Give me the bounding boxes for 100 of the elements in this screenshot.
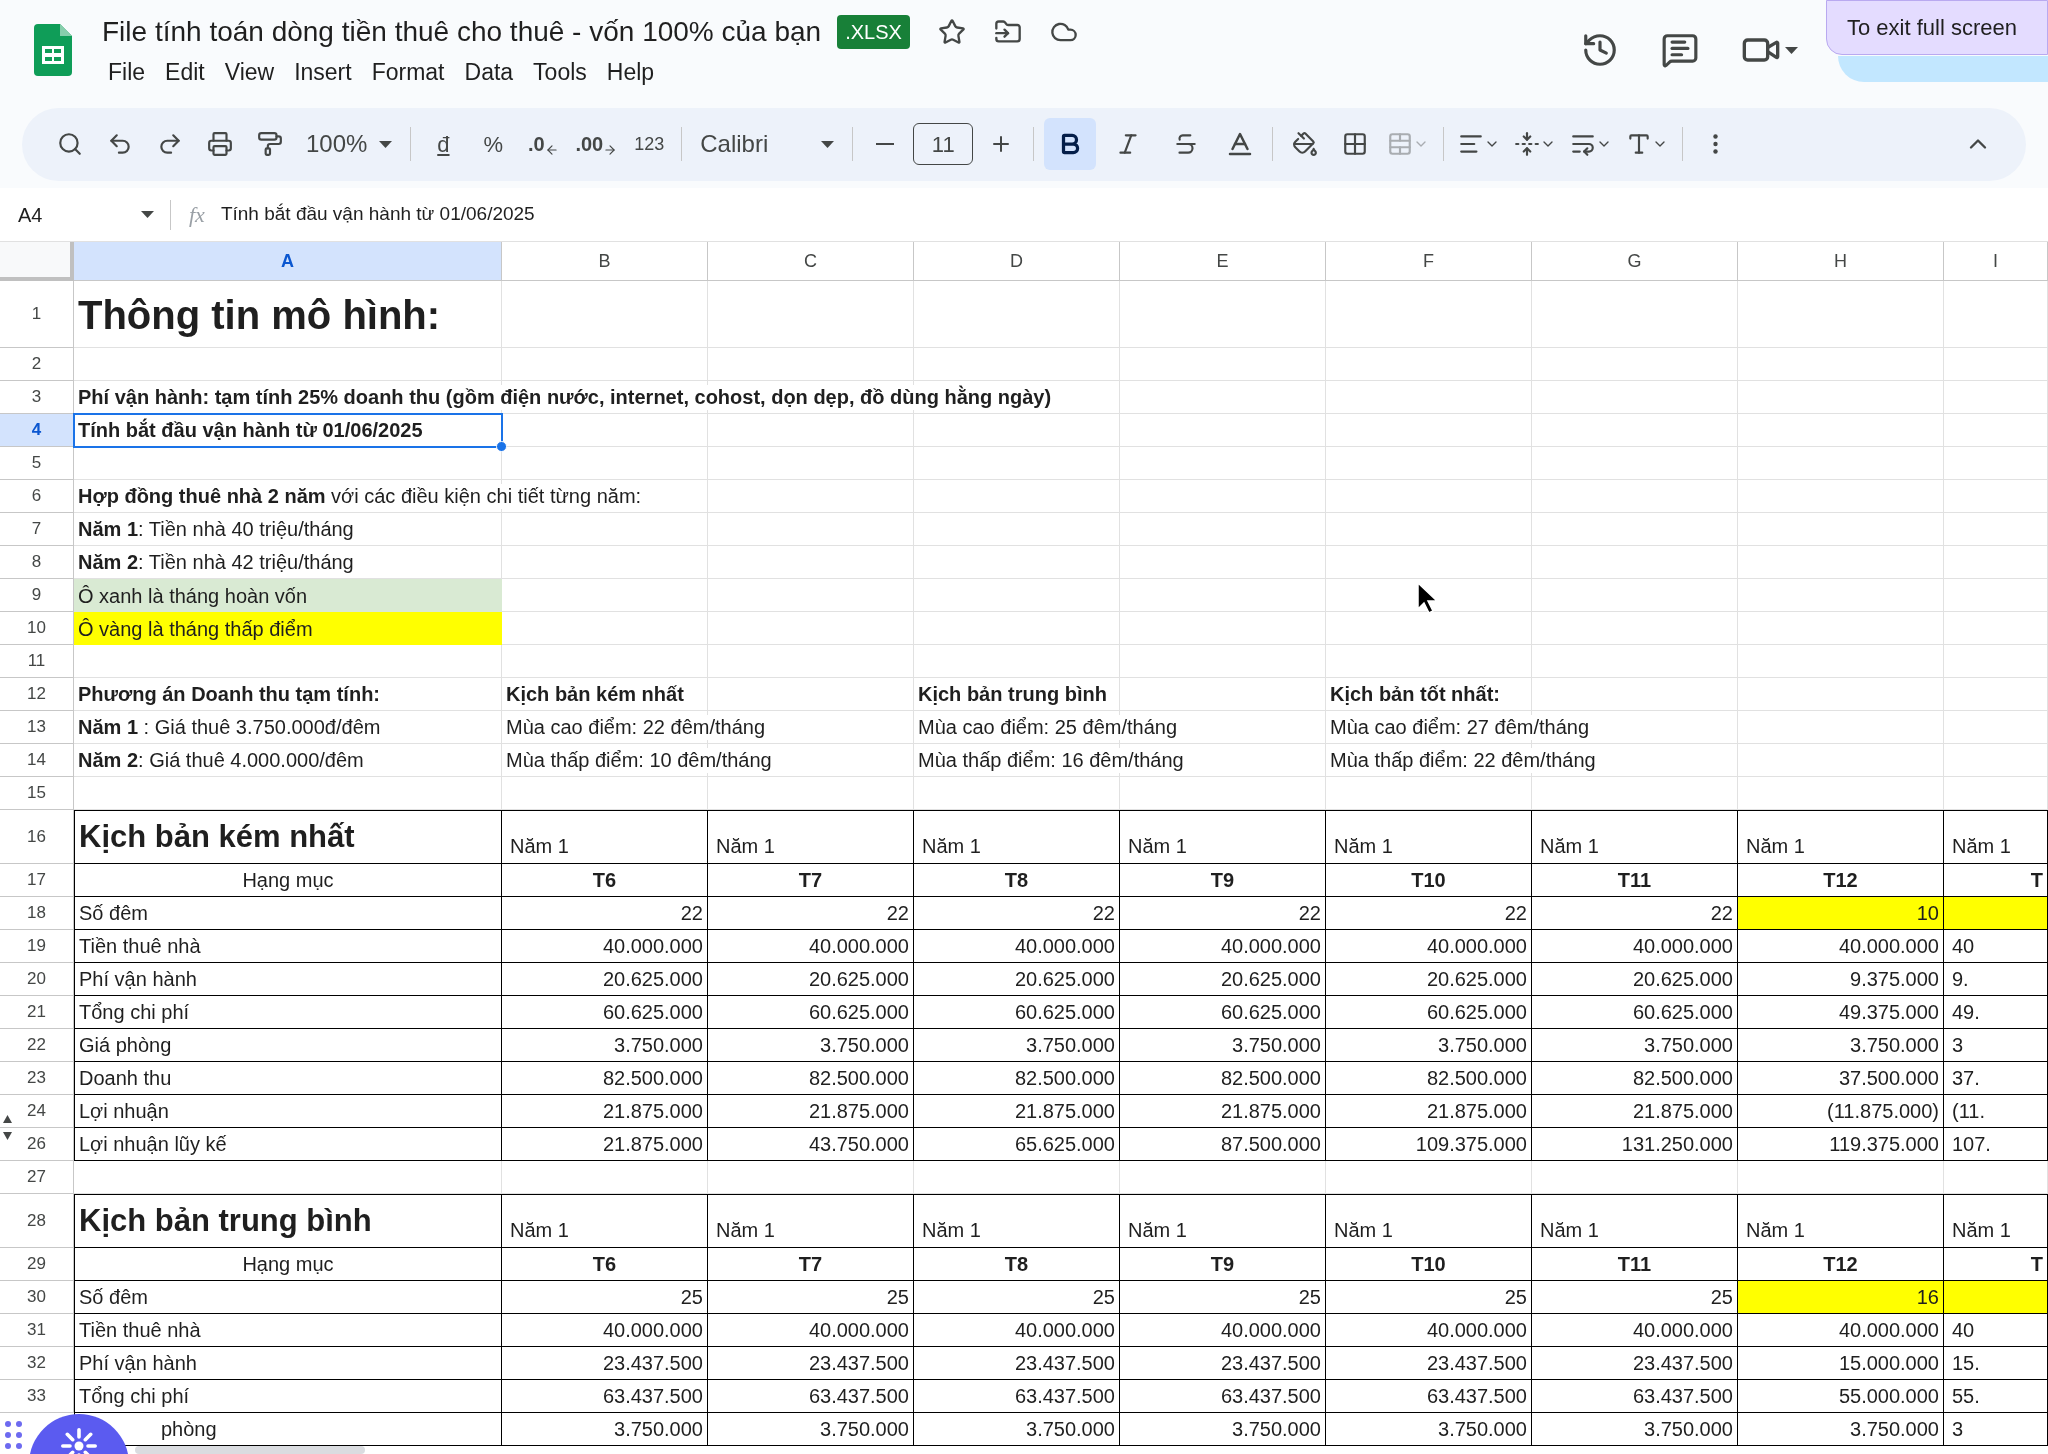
more-icon bbox=[1712, 134, 1718, 154]
menu-item[interactable]: View bbox=[218, 54, 281, 90]
star-icon[interactable] bbox=[937, 17, 966, 46]
column-header[interactable]: A bbox=[74, 242, 502, 281]
row-number[interactable]: 24 bbox=[0, 1095, 74, 1128]
increase-decimals-button[interactable]: .00 bbox=[571, 122, 622, 166]
cell-text: Tính bắt đầu vận hành từ 01/06/2025 bbox=[78, 418, 423, 443]
cell-text: Phí vận hành: tạm tính 25% doanh thu (gồm điện nước, internet, cohost, dọn dẹp, đồ dùng hằng ngày) bbox=[78, 385, 1052, 410]
row-number[interactable]: 15 bbox=[0, 777, 74, 810]
name-box[interactable]: A4 bbox=[0, 199, 170, 230]
caret-icon bbox=[141, 211, 154, 218]
column-header[interactable]: F bbox=[1326, 242, 1532, 281]
formula-field[interactable]: Tính bắt đầu vận hành từ 01/06/2025 bbox=[220, 200, 535, 229]
undo-icon bbox=[107, 131, 133, 157]
folder-icon[interactable] bbox=[993, 17, 1022, 46]
borders-icon bbox=[1342, 131, 1369, 157]
row-number[interactable]: 33 bbox=[0, 1380, 74, 1413]
row-number[interactable]: 9 bbox=[0, 579, 74, 612]
zoom-dropdown[interactable]: 100% bbox=[298, 126, 401, 162]
vertical-align-icon bbox=[1514, 131, 1541, 157]
cell-text: Kịch bản kém nhất bbox=[506, 682, 684, 707]
row-number[interactable]: 12 bbox=[0, 678, 74, 711]
row-number[interactable]: 19 bbox=[0, 930, 74, 963]
row-number[interactable]: 26 bbox=[0, 1128, 74, 1161]
highlighted-cell: 10 bbox=[1738, 897, 1944, 930]
row-number[interactable]: 6 bbox=[0, 480, 74, 513]
menu-item[interactable]: File bbox=[102, 54, 152, 90]
fullscreen-tooltip: To exit full screen bbox=[1826, 0, 2048, 55]
paint-bucket-icon bbox=[1292, 131, 1319, 157]
font-size-field[interactable]: 11 bbox=[913, 123, 974, 165]
menu-item[interactable]: Insert bbox=[288, 54, 358, 90]
row-number[interactable]: 23 bbox=[0, 1062, 74, 1095]
row-number[interactable]: 8 bbox=[0, 546, 74, 579]
column-header[interactable]: B bbox=[502, 242, 708, 281]
cell-text: Năm 2: Tiền nhà 42 triệu/tháng bbox=[78, 550, 354, 575]
cell-text: Năm 1: Tiền nhà 40 triệu/tháng bbox=[78, 517, 354, 542]
paint-roller-icon bbox=[257, 131, 283, 157]
highlighted-cell: Ô vàng là tháng thấp điểm bbox=[74, 612, 502, 645]
merge-cells-icon bbox=[1387, 131, 1414, 157]
decrease-decimals-button[interactable]: .0 bbox=[521, 122, 566, 166]
triangle-up-icon[interactable] bbox=[3, 1115, 12, 1123]
row-number[interactable]: 11 bbox=[0, 645, 74, 678]
number-format-button[interactable]: 123 bbox=[627, 122, 672, 166]
menu-item[interactable]: Help bbox=[600, 54, 661, 90]
cell-text: Tổng chi phí bbox=[79, 1383, 190, 1409]
row-number[interactable]: 7 bbox=[0, 513, 74, 546]
currency-button[interactable]: đ bbox=[421, 122, 466, 166]
sheets-logo-icon[interactable] bbox=[34, 24, 72, 76]
file-type-badge: .XLSX bbox=[837, 14, 910, 49]
bold-button[interactable] bbox=[1044, 118, 1097, 170]
column-header[interactable]: C bbox=[708, 242, 914, 281]
function-label: fx bbox=[189, 201, 205, 229]
column-header[interactable]: D bbox=[914, 242, 1120, 281]
triangle-down-icon[interactable] bbox=[3, 1132, 12, 1140]
column-header[interactable]: H bbox=[1738, 242, 1944, 281]
row-number[interactable]: 27 bbox=[0, 1161, 74, 1194]
cell-text: Tổng chi phí bbox=[79, 999, 190, 1025]
cell-text: Mùa cao điểm: 25 đêm/tháng bbox=[918, 715, 1178, 740]
drag-handle-icon[interactable] bbox=[4, 1420, 24, 1450]
row-number[interactable]: 30 bbox=[0, 1281, 74, 1314]
arrow-left-icon bbox=[544, 143, 559, 157]
menu-item[interactable]: Data bbox=[458, 54, 520, 90]
horizontal-scrollbar[interactable] bbox=[135, 1446, 365, 1454]
row-number[interactable]: 32 bbox=[0, 1347, 74, 1380]
row-number[interactable]: 29 bbox=[0, 1248, 74, 1281]
row-number[interactable]: 28 bbox=[0, 1194, 74, 1248]
caret-icon bbox=[379, 140, 393, 148]
cell-text: Mùa thấp điểm: 16 đêm/tháng bbox=[918, 748, 1184, 773]
redo-icon bbox=[157, 131, 183, 157]
row-number[interactable]: 2 bbox=[0, 348, 74, 381]
column-header[interactable]: E bbox=[1120, 242, 1326, 281]
menu-item[interactable]: Format bbox=[365, 54, 451, 90]
history-icon[interactable] bbox=[1581, 31, 1619, 69]
row-number[interactable]: 10 bbox=[0, 612, 74, 645]
column-header[interactable]: G bbox=[1532, 242, 1738, 281]
column-header[interactable]: I bbox=[1944, 242, 2048, 281]
cell-text: Hợp đồng thuê nhà 2 năm với các điều kiện chi tiết từng năm: bbox=[78, 484, 642, 509]
row-number[interactable]: 1 bbox=[0, 281, 74, 348]
row-number[interactable]: 18 bbox=[0, 897, 74, 930]
comment-icon[interactable] bbox=[1661, 31, 1699, 69]
cell-text: Mùa thấp điểm: 10 đêm/tháng bbox=[506, 748, 772, 773]
document-title[interactable]: File tính toán dòng tiền thuê cho thuê - vốn 100% của bạn bbox=[102, 10, 822, 53]
row-number[interactable]: 21 bbox=[0, 996, 74, 1029]
row-number[interactable]: 5 bbox=[0, 447, 74, 480]
row-number[interactable]: 14 bbox=[0, 744, 74, 777]
row-number[interactable]: 17 bbox=[0, 864, 74, 897]
row-number[interactable]: 31 bbox=[0, 1314, 74, 1347]
font-dropdown[interactable]: Calibri bbox=[692, 126, 843, 162]
row-number[interactable]: 3 bbox=[0, 381, 74, 414]
row-number[interactable]: 16 bbox=[0, 810, 74, 864]
percent-button[interactable]: % bbox=[471, 122, 516, 166]
row-number[interactable]: 4 bbox=[0, 414, 74, 447]
menu-item[interactable]: Tools bbox=[527, 54, 593, 90]
menu-item[interactable]: Edit bbox=[159, 54, 211, 90]
row-number[interactable]: 22 bbox=[0, 1029, 74, 1062]
row-number[interactable]: 20 bbox=[0, 963, 74, 996]
caret-icon bbox=[1785, 46, 1798, 54]
search-icon bbox=[57, 131, 83, 157]
row-number[interactable]: 13 bbox=[0, 711, 74, 744]
printer-icon bbox=[207, 131, 233, 157]
